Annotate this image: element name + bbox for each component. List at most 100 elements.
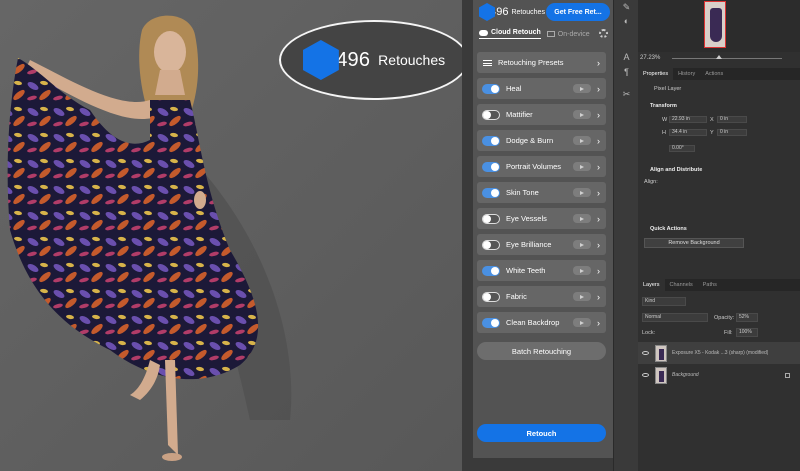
chevron-right-icon[interactable]: › — [597, 110, 600, 120]
play-icon[interactable] — [573, 240, 591, 249]
tool-label: Fabric — [506, 292, 527, 301]
tool-row-mattifier[interactable]: Mattifier › — [477, 104, 606, 125]
play-icon[interactable] — [573, 292, 591, 301]
chevron-right-icon[interactable]: › — [597, 240, 600, 250]
play-icon[interactable] — [573, 136, 591, 145]
play-icon[interactable] — [573, 318, 591, 327]
tool-row-portrait-volumes[interactable]: Portrait Volumes › — [477, 156, 606, 177]
fill-field[interactable]: 100% — [736, 328, 758, 337]
layer-filter-select[interactable]: Kind — [642, 297, 686, 306]
gear-icon[interactable] — [599, 29, 608, 38]
play-icon[interactable] — [573, 188, 591, 197]
lock-label: Lock: — [642, 330, 656, 336]
tool-toggle[interactable] — [482, 213, 500, 224]
tool-toggle[interactable] — [482, 109, 500, 120]
tool-row-clean-backdrop[interactable]: Clean Backdrop › — [477, 312, 606, 333]
paragraph-icon[interactable]: ¶ — [621, 67, 632, 78]
chevron-right-icon[interactable]: › — [597, 318, 600, 328]
chevron-right-icon[interactable]: › — [597, 188, 600, 198]
document-canvas[interactable]: 1496 Retouches — [0, 0, 462, 471]
remove-background-button[interactable]: Remove Background — [644, 238, 744, 248]
play-icon[interactable] — [573, 266, 591, 275]
zoom-slider[interactable] — [672, 54, 783, 59]
tab-layers[interactable]: Layers — [638, 279, 665, 291]
tool-label: White Teeth — [506, 266, 546, 275]
tool-row-eye-vessels[interactable]: Eye Vessels › — [477, 208, 606, 229]
y-label: Y — [710, 130, 714, 136]
tool-toggle[interactable] — [482, 239, 500, 250]
tab-cloud-retouch[interactable]: Cloud Retouch — [479, 29, 541, 39]
tab-label: Cloud Retouch — [491, 29, 541, 36]
tab-actions[interactable]: Actions — [700, 68, 728, 80]
tool-label: Clean Backdrop — [506, 318, 560, 327]
play-triangle-icon — [580, 216, 584, 221]
plugin-scrollbar[interactable] — [473, 458, 613, 471]
chevron-right-icon[interactable]: › — [597, 292, 600, 302]
eye-icon[interactable] — [642, 351, 649, 355]
get-free-retouches-button[interactable]: Get Free Ret... — [546, 3, 610, 21]
layers-tabs: Layers Channels Paths — [638, 279, 800, 291]
eye-icon[interactable] — [642, 373, 649, 377]
navigator-thumbnail[interactable] — [704, 1, 726, 48]
width-field[interactable]: 22.93 in — [669, 116, 707, 123]
toggle-knob — [483, 214, 491, 223]
tool-toggle[interactable] — [482, 135, 500, 146]
app-window: 1496 Retouches 1496 Retouches Get Free R… — [0, 0, 800, 471]
tab-history[interactable]: History — [673, 68, 700, 80]
blend-mode-select[interactable]: Normal — [642, 313, 708, 322]
x-label: X — [710, 117, 714, 123]
chevron-right-icon[interactable]: › — [597, 84, 600, 94]
history-brush-icon[interactable]: ✎ — [621, 2, 632, 13]
play-icon[interactable] — [573, 110, 591, 119]
chevron-right-icon[interactable]: › — [597, 214, 600, 224]
play-icon[interactable] — [573, 162, 591, 171]
width-label: W — [662, 117, 668, 123]
layer-row-exposure[interactable]: Exposure X5 - Kodak ...3 (sharp) (modifi… — [638, 342, 800, 364]
character-icon[interactable]: A — [621, 52, 632, 63]
tool-toggle[interactable] — [482, 265, 500, 276]
chevron-right-icon[interactable]: › — [597, 162, 600, 172]
quick-actions-title[interactable]: Quick Actions — [650, 226, 687, 232]
tool-row-dodge-burn[interactable]: Dodge & Burn › — [477, 130, 606, 151]
x-field[interactable]: 0 in — [717, 116, 747, 123]
tab-on-device[interactable]: On-device — [546, 31, 590, 38]
tool-toggle[interactable] — [482, 291, 500, 302]
layer-row-background[interactable]: Background — [638, 364, 800, 386]
tool-row-fabric[interactable]: Fabric › — [477, 286, 606, 307]
hexagon-logo-icon — [302, 40, 339, 80]
transform-title[interactable]: Transform — [650, 103, 677, 109]
lock-icon — [785, 372, 790, 378]
color-icon[interactable]: ◐ — [621, 16, 632, 27]
align-title[interactable]: Align and Distribute — [650, 167, 702, 173]
cloud-icon — [479, 29, 488, 36]
batch-retouching-button[interactable]: Batch Retouching — [477, 342, 606, 360]
zoom-slider-handle[interactable] — [716, 54, 723, 59]
tool-label: Heal — [506, 84, 522, 93]
tool-toggle[interactable] — [482, 83, 500, 94]
tool-row-eye-brilliance[interactable]: Eye Brilliance › — [477, 234, 606, 255]
toggle-knob — [491, 188, 499, 197]
retouching-presets-row[interactable]: Retouching Presets › — [477, 52, 606, 73]
play-icon[interactable] — [573, 214, 591, 223]
tab-properties[interactable]: Properties — [638, 68, 674, 80]
canvas-scrollbar[interactable] — [462, 0, 473, 471]
height-field[interactable]: 34.4 in — [669, 129, 707, 136]
tool-row-white-teeth[interactable]: White Teeth › — [477, 260, 606, 281]
retouch-button[interactable]: Retouch — [477, 424, 606, 442]
tab-channels[interactable]: Channels — [665, 279, 698, 291]
chevron-right-icon[interactable]: › — [597, 266, 600, 276]
opacity-field[interactable]: 52% — [736, 313, 758, 322]
tab-paths[interactable]: Paths — [698, 279, 722, 291]
chevron-right-icon[interactable]: › — [597, 136, 600, 146]
tools-icon[interactable]: ✂ — [621, 89, 632, 100]
tool-row-skin-tone[interactable]: Skin Tone › — [477, 182, 606, 203]
tool-row-heal[interactable]: Heal › — [477, 78, 606, 99]
play-icon[interactable] — [573, 84, 591, 93]
angle-field[interactable]: 0.00° — [669, 145, 695, 152]
tool-toggle[interactable] — [482, 187, 500, 198]
zoom-level[interactable]: 27.23% — [640, 55, 660, 61]
monitor-icon — [546, 31, 555, 37]
tool-toggle[interactable] — [482, 161, 500, 172]
tool-toggle[interactable] — [482, 317, 500, 328]
y-field[interactable]: 0 in — [717, 129, 747, 136]
